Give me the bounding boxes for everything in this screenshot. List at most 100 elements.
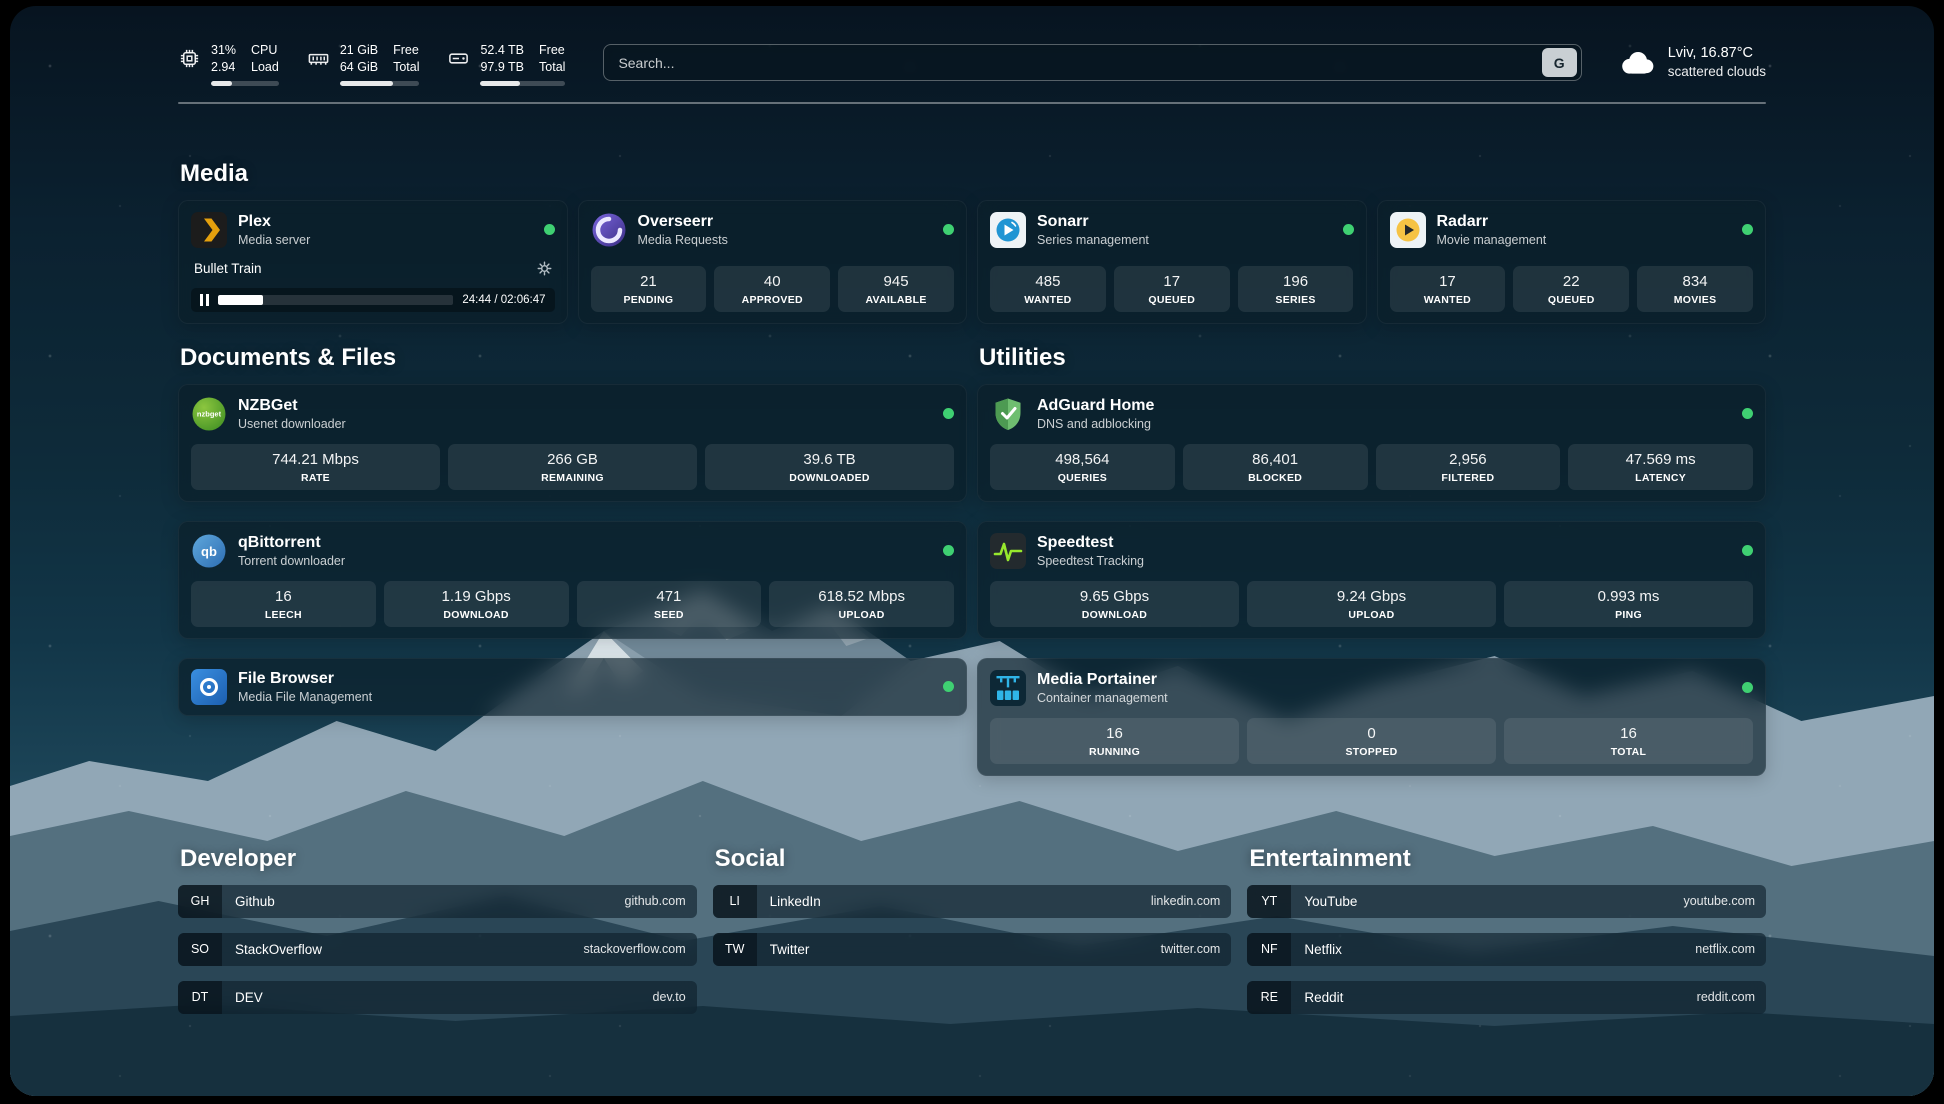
service-desc: DNS and adblocking [1037, 417, 1731, 431]
bookmark-twitter[interactable]: TW Twitter twitter.com [713, 933, 1232, 966]
gear-icon[interactable] [537, 261, 552, 276]
service-desc: Media server [238, 233, 533, 247]
stat-blocked: 86,401BLOCKED [1183, 444, 1368, 490]
cpu-icon [178, 47, 201, 70]
bookmark-url: twitter.com [1161, 942, 1221, 956]
bookmark-abbr: TW [713, 933, 757, 966]
memory-total-label: Total [393, 59, 419, 76]
bookmark-name: DEV [235, 990, 653, 1005]
service-stats: 485WANTED 17QUEUED 196SERIES [990, 266, 1354, 312]
memory-free-label: Free [393, 42, 419, 59]
service-desc: Torrent downloader [238, 554, 932, 568]
topbar-separator [178, 102, 1766, 104]
bookmark-abbr: SO [178, 933, 222, 966]
cpu-load-label: Load [251, 59, 279, 76]
status-dot [943, 545, 954, 556]
plex-icon [191, 212, 227, 248]
status-dot [1742, 682, 1753, 693]
now-playing-title: Bullet Train [194, 261, 262, 276]
service-card-radarr: Radarr Movie management 17WANTED 22QUEUE… [1377, 200, 1767, 324]
service-card-speedtest: Speedtest Speedtest Tracking 9.65 GbpsDO… [977, 521, 1766, 639]
bookmark-name: Reddit [1304, 990, 1696, 1005]
top-bar: 31% 2.94 CPU Load [178, 42, 1766, 86]
weather-widget: Lviv, 16.87°C scattered clouds [1618, 44, 1766, 80]
service-link-plex[interactable]: Plex Media server [191, 212, 555, 248]
bookmark-dev[interactable]: DT DEV dev.to [178, 981, 697, 1014]
adguard-icon [990, 396, 1026, 432]
service-link-speedtest[interactable]: Speedtest Speedtest Tracking [990, 533, 1753, 569]
service-link-sonarr[interactable]: Sonarr Series management [990, 212, 1354, 248]
bookmark-url: dev.to [653, 990, 686, 1004]
bookmark-netflix[interactable]: NF Netflix netflix.com [1247, 933, 1766, 966]
group-title-media: Media [180, 160, 1766, 188]
bookmark-abbr: GH [178, 885, 222, 918]
cloud-icon [1618, 48, 1656, 76]
service-card-sonarr: Sonarr Series management 485WANTED 17QUE… [977, 200, 1367, 324]
service-name: NZBGet [238, 396, 932, 415]
stat-rate: 744.21 MbpsRATE [191, 444, 440, 490]
service-stats: 744.21 MbpsRATE 266 GBREMAINING 39.6 TBD… [191, 444, 954, 490]
bookmark-url: github.com [625, 894, 686, 908]
stat-wanted: 17WANTED [1390, 266, 1506, 312]
stat-running: 16RUNNING [990, 718, 1239, 764]
memory-total-value: 64 GiB [340, 59, 378, 76]
service-link-nzbget[interactable]: nzbget NZBGet Usenet downloader [191, 396, 954, 432]
stat-pending: 21PENDING [591, 266, 707, 312]
disk-free-value: 52.4 TB [480, 42, 524, 59]
service-card-qbittorrent: qb qBittorrent Torrent downloader 16LEEC… [178, 521, 967, 639]
bookmark-url: reddit.com [1697, 990, 1755, 1004]
bookmark-github[interactable]: GH Github github.com [178, 885, 697, 918]
bookmark-abbr: DT [178, 981, 222, 1014]
bookmark-url: linkedin.com [1151, 894, 1220, 908]
group-title-entertainment: Entertainment [1249, 845, 1766, 873]
search-provider-button[interactable]: G [1542, 48, 1577, 77]
stat-latency: 47.569 msLATENCY [1568, 444, 1753, 490]
weather-location: Lviv, 16.87°C [1668, 44, 1766, 63]
service-stats: 21PENDING 40APPROVED 945AVAILABLE [591, 266, 955, 312]
status-dot [1742, 545, 1753, 556]
bookmark-abbr: NF [1247, 933, 1291, 966]
qbittorrent-icon: qb [191, 533, 227, 569]
bookmark-youtube[interactable]: YT YouTube youtube.com [1247, 885, 1766, 918]
filebrowser-icon [191, 669, 227, 705]
group-title-social: Social [715, 845, 1232, 873]
memory-icon [307, 47, 330, 70]
service-name: Speedtest [1037, 533, 1731, 552]
status-dot [544, 224, 555, 235]
service-link-adguard[interactable]: AdGuard Home DNS and adblocking [990, 396, 1753, 432]
bookmark-linkedin[interactable]: LI LinkedIn linkedin.com [713, 885, 1232, 918]
now-playing-row: Bullet Train [191, 261, 555, 276]
radarr-icon [1390, 212, 1426, 248]
search-input[interactable] [618, 55, 1541, 71]
stat-seed: 471SEED [577, 581, 762, 627]
service-name: Plex [238, 212, 533, 231]
service-link-filebrowser[interactable]: File Browser Media File Management [191, 669, 954, 705]
stat-movies: 834MOVIES [1637, 266, 1753, 312]
bookmark-abbr: LI [713, 885, 757, 918]
bookmarks-row: Developer GH Github github.com SO StackO… [178, 845, 1766, 1029]
service-stats: 9.65 GbpsDOWNLOAD 9.24 GbpsUPLOAD 0.993 … [990, 581, 1753, 627]
bookmark-reddit[interactable]: RE Reddit reddit.com [1247, 981, 1766, 1014]
status-dot [1742, 408, 1753, 419]
pause-icon[interactable] [200, 294, 209, 306]
service-link-portainer[interactable]: Media Portainer Container management [990, 670, 1753, 706]
service-desc: Movie management [1437, 233, 1732, 247]
status-dot [943, 681, 954, 692]
svg-text:qb: qb [201, 544, 217, 559]
service-link-overseerr[interactable]: Overseerr Media Requests [591, 212, 955, 248]
stat-approved: 40APPROVED [714, 266, 830, 312]
stat-queued: 22QUEUED [1513, 266, 1629, 312]
status-dot [1343, 224, 1354, 235]
disk-progress-bar [480, 81, 565, 86]
nzbget-icon: nzbget [191, 396, 227, 432]
service-link-radarr[interactable]: Radarr Movie management [1390, 212, 1754, 248]
service-card-adguard: AdGuard Home DNS and adblocking 498,564Q… [977, 384, 1766, 502]
service-desc: Media File Management [238, 690, 932, 704]
bookmark-stackoverflow[interactable]: SO StackOverflow stackoverflow.com [178, 933, 697, 966]
bookmark-abbr: YT [1247, 885, 1291, 918]
disk-total-value: 97.9 TB [480, 59, 524, 76]
stat-download: 1.19 GbpsDOWNLOAD [384, 581, 569, 627]
service-link-qbittorrent[interactable]: qb qBittorrent Torrent downloader [191, 533, 954, 569]
service-name: Media Portainer [1037, 670, 1731, 689]
stat-downloaded: 39.6 TBDOWNLOADED [705, 444, 954, 490]
